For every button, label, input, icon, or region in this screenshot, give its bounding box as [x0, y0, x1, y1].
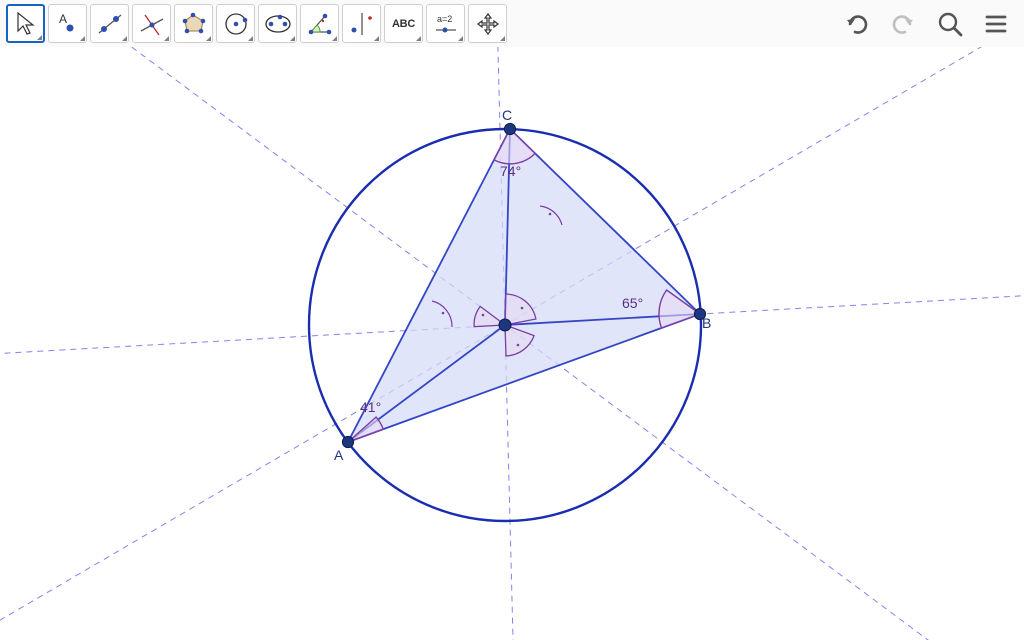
circle-icon [221, 9, 251, 39]
triangle-abc[interactable] [348, 129, 700, 442]
tool-point[interactable]: A [48, 4, 87, 43]
tool-polygon[interactable] [174, 4, 213, 43]
geometry-canvas[interactable]: A B C 41° 65° 74° [0, 47, 1024, 640]
label-b: B [702, 315, 711, 331]
reflect-icon [347, 9, 377, 39]
point-icon: A [55, 11, 81, 37]
move-view-icon [475, 11, 501, 37]
undo-icon[interactable] [844, 11, 870, 37]
tool-line[interactable] [90, 4, 129, 43]
svg-text:A: A [59, 12, 67, 26]
angle-c: 74° [500, 163, 521, 179]
text-icon: ABC [392, 18, 415, 30]
svg-text:a=2: a=2 [437, 14, 452, 24]
point-a[interactable] [342, 436, 353, 447]
search-icon[interactable] [936, 10, 964, 38]
label-c: C [502, 107, 512, 123]
tool-angle[interactable] [300, 4, 339, 43]
angle-b: 65° [622, 295, 643, 311]
tool-circle[interactable] [216, 4, 255, 43]
point-c[interactable] [504, 123, 515, 134]
tool-ellipse[interactable] [258, 4, 297, 43]
slider-icon: a=2 [431, 11, 461, 37]
polygon-icon [179, 9, 209, 39]
tool-perpendicular[interactable] [132, 4, 171, 43]
perpendicular-icon [137, 9, 167, 39]
tool-move[interactable] [6, 4, 45, 43]
ellipse-icon [262, 9, 294, 39]
cursor-icon [15, 11, 37, 37]
tool-move-view[interactable] [468, 4, 507, 43]
angle-icon [305, 9, 335, 39]
tool-reflect[interactable] [342, 4, 381, 43]
toolbar: A [0, 0, 1024, 48]
tool-text[interactable]: ABC [384, 4, 423, 43]
point-center[interactable] [499, 319, 511, 331]
tool-group: A [6, 4, 507, 43]
redo-icon[interactable] [890, 11, 916, 37]
line-icon [95, 9, 125, 39]
label-a: A [334, 447, 343, 463]
tool-slider[interactable]: a=2 [426, 4, 465, 43]
angle-a: 41° [360, 399, 381, 415]
menu-icon[interactable] [984, 12, 1008, 36]
toolbar-right [844, 10, 1018, 38]
